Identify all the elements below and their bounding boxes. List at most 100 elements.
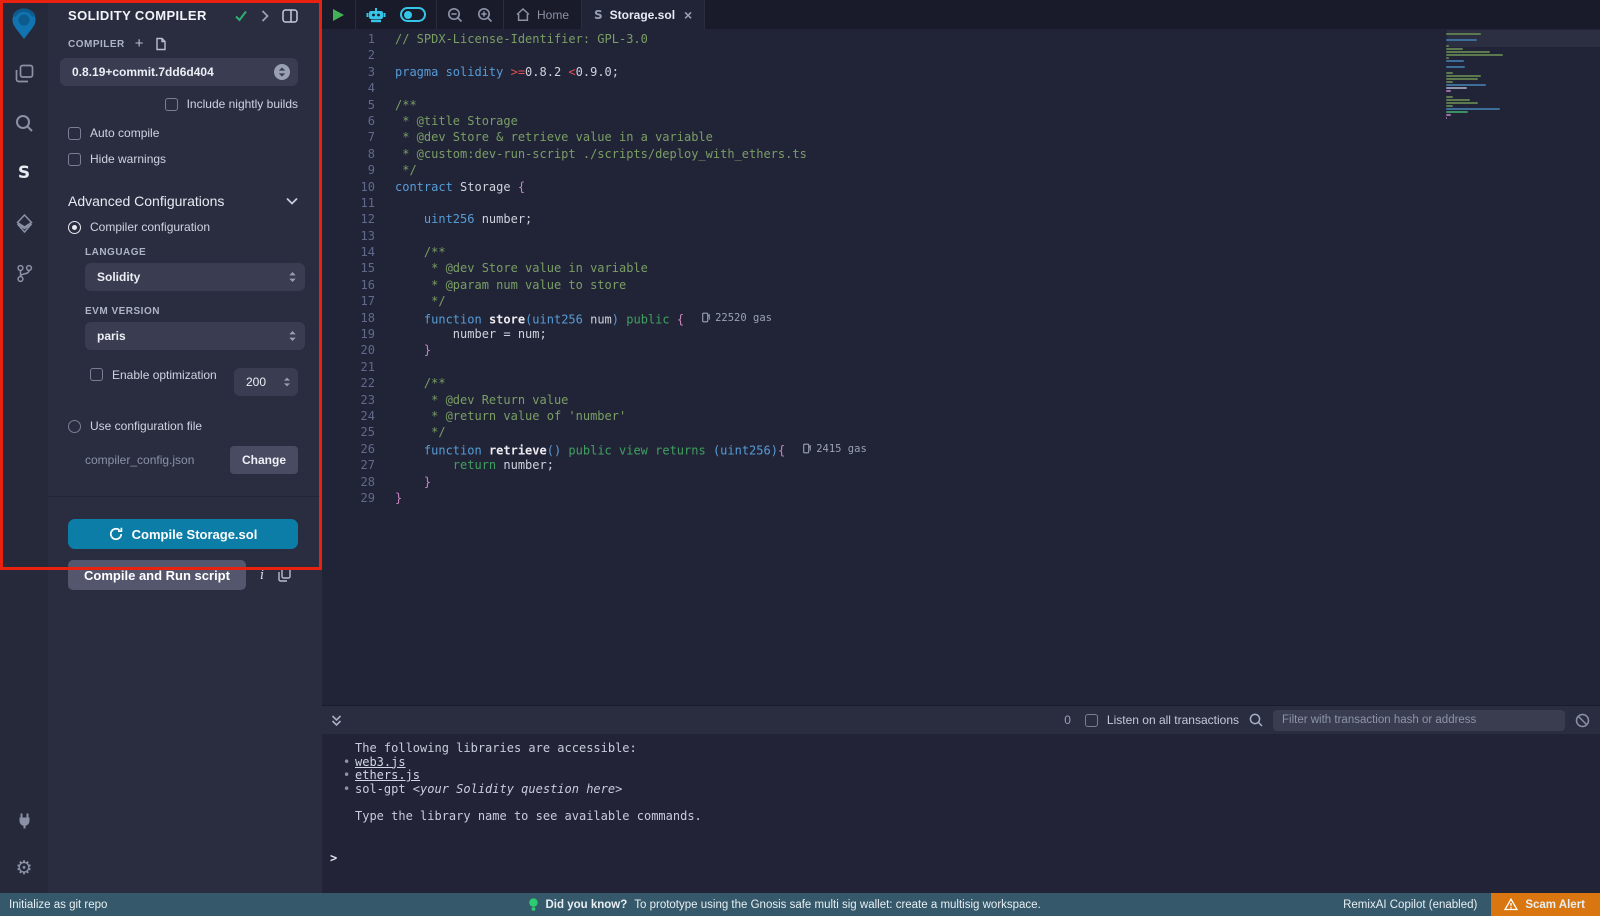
clear-terminal-icon[interactable]: [1575, 713, 1590, 728]
code-line: 29}: [322, 490, 1440, 506]
code-line: 20 }: [322, 342, 1440, 358]
auto-compile-checkbox[interactable]: Auto compile: [68, 126, 298, 140]
status-bar: Initialize as git repo Did you know? To …: [0, 893, 1600, 916]
code-line: 11: [322, 195, 1440, 211]
code-line: 22 /**: [322, 375, 1440, 391]
collapse-terminal-icon[interactable]: [330, 714, 343, 727]
code-line: 25 */: [322, 424, 1440, 440]
git-icon[interactable]: [0, 260, 48, 286]
checkbox[interactable]: [68, 153, 81, 166]
change-config-button[interactable]: Change: [230, 446, 298, 474]
code-line: 2: [322, 47, 1440, 63]
run-script-play-icon[interactable]: [332, 8, 345, 22]
code-line: 6 * @title Storage: [322, 113, 1440, 129]
transaction-filter-input[interactable]: [1273, 710, 1565, 731]
code-line: 7 * @dev Store & retrieve value in a var…: [322, 129, 1440, 145]
language-select[interactable]: Solidity: [85, 263, 305, 291]
updown-icon: [288, 270, 297, 284]
checkbox[interactable]: [68, 127, 81, 140]
terminal-library-item[interactable]: ethers.js: [343, 769, 1600, 783]
code-line: 28 }: [322, 474, 1440, 490]
code-line: 21: [322, 359, 1440, 375]
zoom-out-icon[interactable]: [447, 7, 463, 23]
gas-estimate: 2415 gas: [803, 441, 867, 457]
tab-bar: Home S Storage.sol ×: [322, 0, 1600, 29]
code-editor[interactable]: 1// SPDX-License-Identifier: GPL-3.023pr…: [322, 29, 1600, 705]
ai-copilot-robot-icon[interactable]: [366, 7, 386, 23]
solidity-compiler-icon[interactable]: S: [0, 160, 48, 186]
transaction-count: 0: [1064, 713, 1071, 727]
evm-version-select[interactable]: paris: [85, 322, 305, 350]
code-line: 1// SPDX-License-Identifier: GPL-3.0: [322, 31, 1440, 47]
code-line: 18 function store(uint256 num) public {2…: [322, 310, 1440, 326]
terminal-library-item[interactable]: web3.js: [343, 756, 1600, 770]
checkbox[interactable]: [1085, 714, 1098, 727]
copy-icon[interactable]: [278, 568, 291, 582]
home-icon: [516, 8, 530, 21]
code-lines: 1// SPDX-License-Identifier: GPL-3.023pr…: [322, 31, 1440, 506]
code-line: 3pragma solidity >=0.8.2 <0.9.0;: [322, 64, 1440, 80]
scam-alert-badge[interactable]: Scam Alert: [1491, 893, 1600, 916]
pin-panel-icon[interactable]: [282, 9, 298, 23]
include-nightly-checkbox[interactable]: Include nightly builds: [68, 97, 298, 111]
search-icon[interactable]: [0, 110, 48, 136]
code-line: 14 /**: [322, 244, 1440, 260]
listen-all-transactions-checkbox[interactable]: Listen on all transactions: [1085, 713, 1239, 727]
add-compiler-icon[interactable]: +: [135, 39, 144, 49]
compiler-version-select[interactable]: 0.8.19+commit.7dd6d404: [60, 58, 298, 86]
tab-storage-sol[interactable]: S Storage.sol ×: [582, 0, 705, 29]
open-file-icon[interactable]: [154, 37, 167, 51]
terminal-library-item: sol-gpt <your Solidity question here>: [343, 783, 1600, 797]
enable-optimization-checkbox[interactable]: Enable optimization: [90, 368, 217, 383]
chevron-down-icon: [286, 197, 298, 205]
checkbox[interactable]: [165, 98, 178, 111]
compile-and-run-button[interactable]: Compile and Run script: [68, 560, 246, 590]
terminal-hint: Type the library name to see available c…: [355, 810, 1600, 824]
terminal-search-icon[interactable]: [1249, 713, 1263, 727]
advanced-configurations-toggle[interactable]: Advanced Configurations: [68, 193, 298, 209]
code-line: 8 * @custom:dev-run-script ./scripts/dep…: [322, 146, 1440, 162]
zoom-in-icon[interactable]: [477, 7, 493, 23]
terminal-prompt[interactable]: >: [330, 851, 337, 865]
compiled-check-icon: [234, 10, 248, 22]
evm-version-label: EVM VERSION: [85, 306, 298, 317]
info-icon[interactable]: i: [260, 568, 264, 583]
lightbulb-icon: [528, 898, 538, 912]
compiler-configuration-radio[interactable]: Compiler configuration: [68, 220, 298, 234]
tab-home[interactable]: Home: [504, 0, 582, 29]
radio[interactable]: [68, 420, 81, 433]
deploy-run-icon[interactable]: [0, 210, 48, 236]
close-tab-icon[interactable]: ×: [684, 7, 692, 23]
compiler-label: COMPILER: [68, 39, 125, 50]
config-filename: compiler_config.json: [85, 453, 230, 467]
git-init-status[interactable]: Initialize as git repo: [9, 899, 107, 911]
updown-circle-icon: [274, 64, 290, 80]
file-explorer-icon[interactable]: [0, 60, 48, 86]
code-line: 15 * @dev Store value in variable: [322, 260, 1440, 276]
copilot-status[interactable]: RemixAI Copilot (enabled): [1343, 899, 1477, 911]
compile-button[interactable]: Compile Storage.sol: [68, 519, 298, 549]
radio[interactable]: [68, 221, 81, 234]
hide-warnings-checkbox[interactable]: Hide warnings: [68, 152, 298, 166]
updown-icon: [288, 329, 297, 343]
optimization-runs-input[interactable]: 200: [234, 368, 298, 396]
code-line: 26 function retrieve() public view retur…: [322, 441, 1440, 457]
spinner-icon[interactable]: [283, 376, 291, 388]
chevron-right-icon[interactable]: [261, 10, 269, 22]
code-line: 27 return number;: [322, 457, 1440, 473]
remix-logo-icon[interactable]: [5, 4, 43, 42]
settings-icon[interactable]: ⚙: [0, 855, 48, 881]
terminal-intro: The following libraries are accessible:: [355, 742, 1600, 756]
use-configuration-file-radio[interactable]: Use configuration file: [68, 419, 298, 433]
terminal-output[interactable]: The following libraries are accessible: …: [322, 734, 1600, 893]
plugin-manager-icon[interactable]: [0, 807, 48, 833]
code-line: 13: [322, 228, 1440, 244]
terminal-library-list: web3.jsethers.jssol-gpt <your Solidity q…: [343, 756, 1600, 797]
minimap[interactable]: [1446, 33, 1532, 120]
language-label: LANGUAGE: [85, 247, 298, 258]
terminal-toolbar: 0 Listen on all transactions: [322, 706, 1600, 734]
copilot-toggle[interactable]: [400, 7, 426, 22]
panel-title: SOLIDITY COMPILER: [68, 8, 234, 23]
refresh-icon: [109, 527, 123, 541]
checkbox[interactable]: [90, 368, 103, 381]
